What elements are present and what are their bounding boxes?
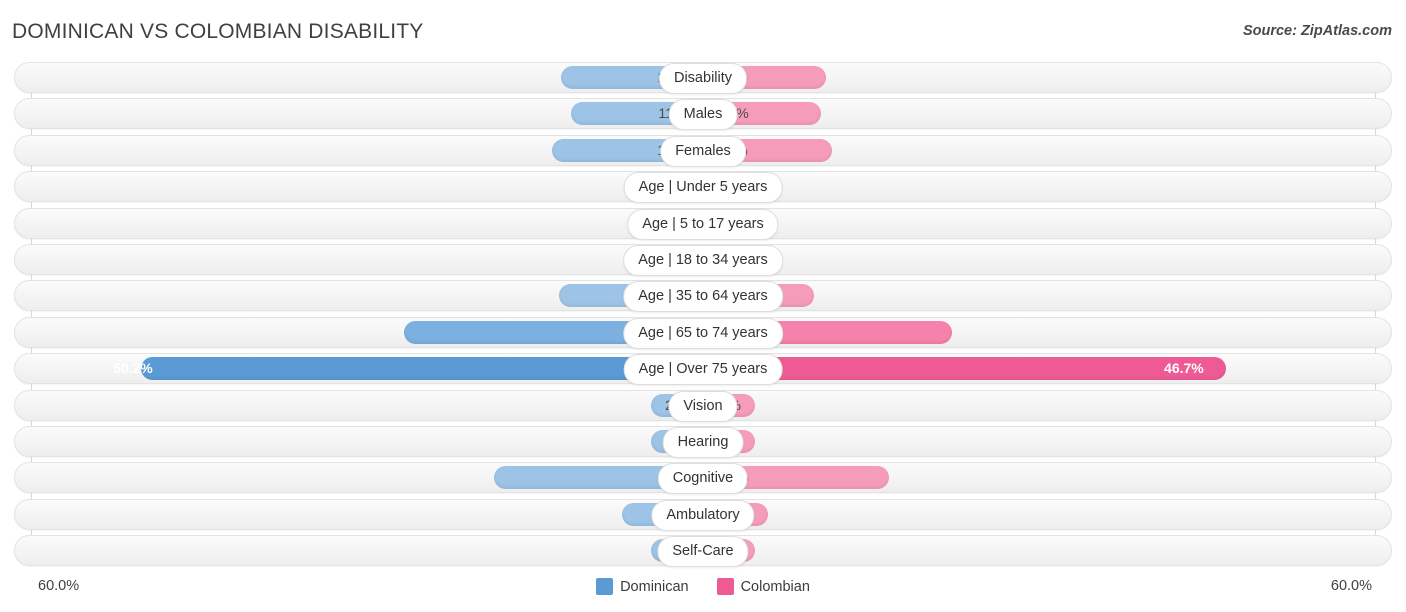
value-label-dominican: 50.2% [113,360,153,377]
row-category-label: Disability [658,63,748,94]
legend-label: Colombian [740,578,810,595]
chart-footer: 60.0% 60.0% Dominican Colombian [0,572,1406,612]
row-category-label: Age | 18 to 34 years [623,244,783,276]
row-category-label: Age | 65 to 74 years [623,317,783,349]
chart-header: DOMINICAN VS COLOMBIAN DISABILITY Source… [0,0,1406,62]
chart-row: 6.5%5.5%Age | 5 to 17 years [0,207,1406,240]
row-category-label: Age | Under 5 years [623,172,783,204]
row-category-label: Hearing [662,426,744,458]
row-category-label: Age | 5 to 17 years [627,208,779,240]
legend-item[interactable]: Dominican [596,578,689,595]
bar-dominican [140,357,703,381]
row-category-label: Vision [668,390,738,422]
chart-row: 3.1%2.4%Self-Care [0,535,1406,568]
chart-row: 7.2%5.8%Ambulatory [0,498,1406,531]
legend-swatch-icon [596,578,614,595]
chart-row: 13.5%11.5%Females [0,134,1406,167]
legend-swatch-icon [716,578,734,595]
chart-legend: Dominican Colombian [0,578,1406,595]
chart-row: 2.6%2.1%Vision [0,389,1406,422]
chart-rows: 12.7%11.0%Disability 11.8%10.5%Males13.5%… [0,62,1406,571]
legend-label: Dominican [620,578,689,595]
row-category-label: Age | Over 75 years [623,354,783,386]
row-category-label: Ambulatory [651,499,755,531]
row-category-label: Self-Care [657,536,749,568]
row-category-label: Males [668,99,738,131]
chart-row: 50.2% 46.7% Age | Over 75 years [0,353,1406,386]
chart-row: 2.5%2.7%Hearing [0,425,1406,458]
chart-row: 12.7%11.0%Disability [0,62,1406,94]
chart-row: 26.7%22.2%Age | 65 to 74 years [0,316,1406,349]
chart-row: 18.7%16.6%Cognitive [0,462,1406,495]
source-attribution: Source: ZipAtlas.com [1242,23,1392,39]
chart-row: 11.8%10.5%Males [0,98,1406,131]
chart-plot-area: 12.7%11.0%Disability 11.8%10.5%Males13.5%… [0,62,1406,572]
page-title: DOMINICAN VS COLOMBIAN DISABILITY [12,20,424,43]
chart-row: 6.5%5.9%Age | 18 to 34 years [0,243,1406,276]
row-category-label: Age | 35 to 64 years [623,281,783,313]
chart-row: 1.1%1.2%Age | Under 5 years [0,171,1406,204]
row-category-label: Cognitive [657,463,749,495]
row-category-label: Females [660,135,746,167]
value-label-colombian: 46.7% [1164,360,1204,377]
legend-item[interactable]: Colombian [716,578,810,595]
chart-row: 12.9%9.9%Age | 35 to 64 years [0,280,1406,313]
